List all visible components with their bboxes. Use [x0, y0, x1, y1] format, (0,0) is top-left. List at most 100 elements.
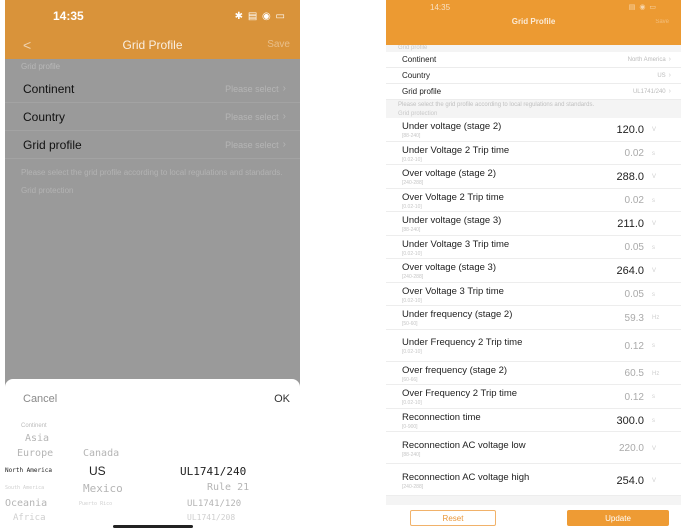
update-button[interactable]: Update [567, 510, 669, 526]
parameter-value-input[interactable]: 0.02 [588, 148, 644, 159]
parameter-row: Over frequency (stage 2) [60-66] 60.5 Hz [386, 361, 681, 385]
chevron-right-icon: › [282, 83, 286, 94]
parameter-range: [0.02-10] [402, 297, 422, 304]
parameter-value-input[interactable]: 0.05 [588, 289, 644, 300]
parameter-range: [0.02-10] [402, 349, 422, 355]
continent-row[interactable]: Continent North America › [386, 52, 681, 68]
reset-button[interactable]: Reset [410, 510, 496, 526]
picker-selected-option[interactable]: North America [5, 467, 52, 474]
parameter-unit: s [652, 244, 655, 251]
parameter-range: [88-240] [402, 451, 421, 458]
country-row[interactable]: Country Please select › [5, 103, 300, 131]
parameter-text: Under frequency (stage 2) [50-60] [402, 309, 568, 327]
picker-option[interactable]: UL1741/120 [187, 499, 241, 509]
status-icons: ▤ ◉ ▭ [628, 4, 657, 11]
save-button[interactable]: Save [655, 19, 669, 25]
grid-profile-row[interactable]: Grid profile Please select › [5, 131, 300, 159]
parameter-text: Reconnection time [0-900] [402, 412, 568, 430]
parameter-value-input[interactable]: 300.0 [588, 415, 644, 427]
parameter-range: [240-288] [402, 180, 424, 187]
parameter-label: Reconnection time [402, 411, 481, 423]
parameter-unit: Hz [652, 370, 660, 377]
parameter-range: [0.02-10] [402, 250, 422, 257]
parameter-value-input[interactable]: 120.0 [588, 124, 644, 136]
picker-option[interactable]: UL1741/208 [187, 513, 235, 522]
parameter-row: Under Voltage 3 Trip time [0.02-10] 0.05 s [386, 235, 681, 259]
parameter-text: Over Voltage 3 Trip time [0.02-10] [402, 286, 568, 304]
parameter-row: Under voltage (stage 2) [88-240] 120.0 V [386, 118, 681, 142]
parameter-unit: s [652, 197, 655, 204]
parameter-label: Under Frequency 2 Trip time [402, 337, 523, 348]
grid-profile-row[interactable]: Grid profile UL1741/240 › [386, 84, 681, 100]
parameter-range: [0-900] [402, 423, 418, 430]
parameter-label: Over Frequency 2 Trip time [402, 388, 518, 400]
continent-row[interactable]: Continent Please select › [5, 75, 300, 103]
picker-option[interactable]: Africa [13, 513, 46, 523]
section-label: Grid protection [398, 111, 438, 117]
picker-option[interactable]: Rule 21 [207, 482, 249, 493]
parameter-row: Over voltage (stage 2) [240-288] 288.0 V [386, 165, 681, 189]
status-icons: ✱ ▤ ◉ ▭ [234, 10, 286, 22]
parameter-text: Reconnection AC voltage high [240-288] [402, 472, 568, 490]
picker-option[interactable]: Asia [25, 433, 49, 444]
parameter-text: Reconnection AC voltage low [88-240] [402, 440, 568, 458]
parameter-unit: V [652, 127, 657, 134]
parameter-value-input[interactable]: 59.3 [588, 313, 644, 324]
row-label: Grid profile [402, 87, 442, 96]
section-label: Grid profile [398, 45, 428, 51]
row-value: US [657, 72, 666, 79]
parameter-unit: V [652, 445, 657, 452]
picker-option[interactable]: Canada [83, 448, 119, 459]
status-bar: 14:35 ✱ ▤ ◉ ▭ [5, 0, 300, 32]
parameter-range: [60-66] [402, 376, 418, 383]
parameter-row: Over Voltage 3 Trip time [0.02-10] 0.05 s [386, 282, 681, 306]
parameter-value-input[interactable]: 211.0 [588, 218, 644, 230]
parameter-value-input[interactable]: 0.02 [588, 195, 644, 206]
parameter-value-input[interactable]: 0.05 [588, 242, 644, 253]
country-row[interactable]: Country US › [386, 68, 681, 84]
row-label: Continent [23, 81, 75, 96]
nav-bar: < Grid Profile Save [5, 32, 300, 59]
parameter-range: [0.02-10] [402, 156, 422, 163]
country-picker[interactable]: Canada US Mexico Puerto Rico [75, 379, 165, 531]
parameter-value-input[interactable]: 0.12 [588, 341, 644, 352]
continent-picker[interactable]: Asia Europe North America South America … [5, 379, 85, 531]
home-indicator [113, 525, 193, 528]
parameter-label: Under Voltage 3 Trip time [402, 238, 510, 250]
footer-actions: Reset Update [386, 505, 681, 531]
profile-picker[interactable]: UL1741/240 Rule 21 UL1741/120 UL1741/208 [165, 379, 300, 531]
picker-option[interactable]: Mexico [83, 482, 123, 495]
parameter-text: Over voltage (stage 3) [240-288] [402, 262, 568, 280]
parameter-value-input[interactable]: 0.12 [588, 392, 644, 403]
picker-option[interactable]: Oceania [5, 498, 47, 509]
picker-option[interactable]: Europe [17, 448, 53, 459]
parameter-value-input[interactable]: 288.0 [588, 171, 644, 183]
page-title: Grid Profile [122, 38, 183, 52]
parameter-label: Over voltage (stage 3) [402, 262, 496, 274]
row-value: Please select [225, 111, 279, 122]
save-button[interactable]: Save [267, 39, 290, 50]
parameter-row: Over Voltage 2 Trip time [0.02-10] 0.02 s [386, 188, 681, 212]
parameter-label: Over voltage (stage 2) [402, 168, 496, 180]
parameter-text: Over voltage (stage 2) [240-288] [402, 168, 568, 186]
row-value: Please select [225, 83, 279, 94]
parameter-unit: V [652, 477, 657, 484]
parameter-unit: V [652, 221, 657, 228]
parameter-unit: s [652, 291, 655, 298]
section-label: Grid protection [21, 186, 74, 195]
parameter-label: Reconnection AC voltage high [402, 471, 530, 483]
picker-option[interactable]: Puerto Rico [79, 501, 112, 507]
picker-selected-option[interactable]: UL1741/240 [180, 465, 246, 478]
picker-selected-option[interactable]: US [89, 464, 106, 478]
parameter-value-input[interactable]: 60.5 [588, 368, 644, 379]
parameter-row: Under frequency (stage 2) [50-60] 59.3 Hz [386, 306, 681, 330]
parameter-value-input[interactable]: 254.0 [588, 475, 644, 487]
parameter-value-input[interactable]: 220.0 [588, 443, 644, 454]
status-time: 14:35 [53, 9, 84, 23]
parameter-row: Over voltage (stage 3) [240-288] 264.0 V [386, 259, 681, 283]
parameter-value-input[interactable]: 264.0 [588, 265, 644, 277]
parameter-range: [240-288] [402, 274, 424, 281]
chevron-right-icon: › [668, 88, 671, 95]
parameter-row: Reconnection AC voltage high [240-288] 254… [386, 464, 681, 496]
picker-option[interactable]: South America [5, 485, 44, 491]
